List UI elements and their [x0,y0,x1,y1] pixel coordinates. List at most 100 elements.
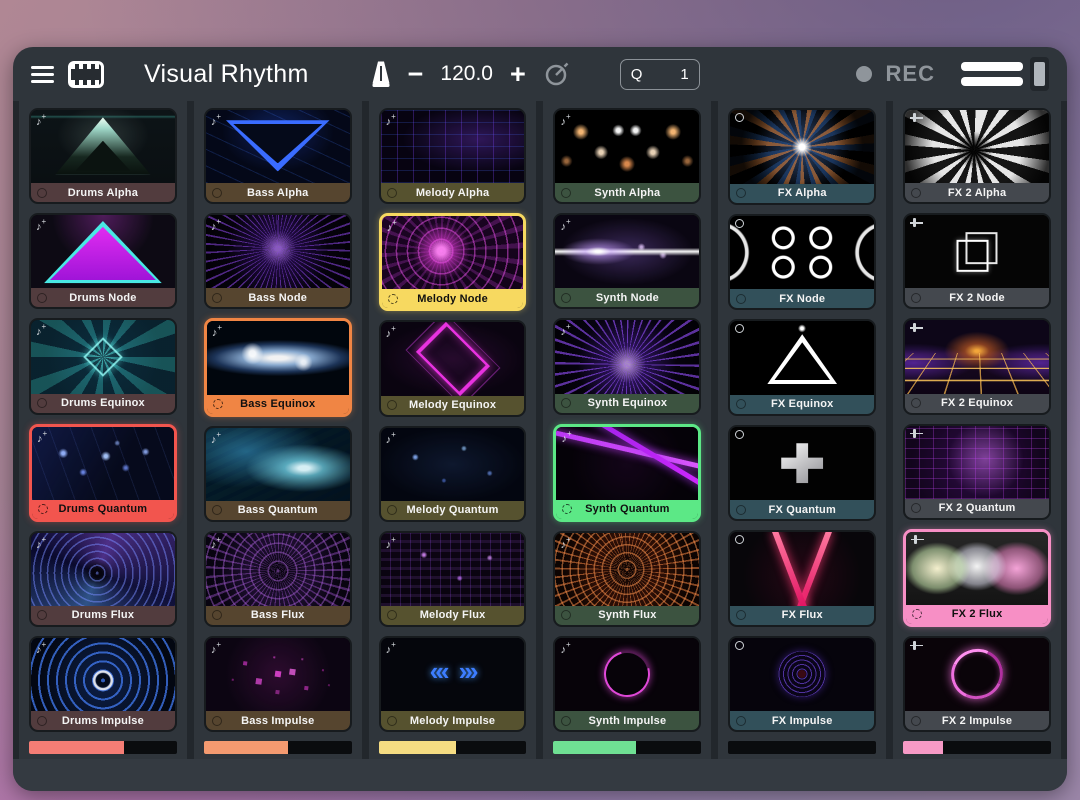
loop-indicator-icon[interactable] [212,188,222,198]
loop-indicator-icon[interactable] [561,610,571,620]
loop-indicator-icon[interactable] [736,610,746,620]
loop-indicator-icon[interactable] [561,716,571,726]
record-button[interactable]: REC [856,61,935,87]
clip-fx-2-equinox[interactable]: FX 2 Equinox [903,318,1051,414]
loop-indicator-icon[interactable] [37,293,47,303]
clip-thumbnail [206,428,350,501]
note-icon [386,641,396,657]
loop-indicator-icon[interactable] [911,398,921,408]
loop-indicator-icon[interactable] [736,294,746,304]
clip-bass-flux[interactable]: Bass Flux [204,531,352,627]
clip-melody-impulse[interactable]: Melody Impulse [379,636,527,732]
clip-label: Bass Flux [206,606,350,625]
loop-indicator-icon[interactable] [37,188,47,198]
column-melody: Melody AlphaMelody NodeMelody Equinox Mel… [369,101,537,759]
loop-indicator-icon[interactable] [387,505,397,515]
master-fader[interactable] [961,57,1049,91]
clip-fx-2-node[interactable]: FX 2 Node [903,213,1051,309]
clip-synth-equinox[interactable]: Synth Equinox [553,318,701,414]
quantize-box[interactable]: Q 1 [620,59,700,90]
metronome-icon[interactable] [371,60,391,88]
column-progress-fx-2 [903,741,1051,754]
clip-drums-alpha[interactable]: Drums Alpha [29,108,177,204]
clip-bass-quantum[interactable]: Bass Quantum [204,426,352,522]
loop-indicator-icon[interactable] [37,716,47,726]
clip-synth-impulse[interactable]: Synth Impulse [553,636,701,732]
clip-fx-quantum[interactable]: FX Quantum [728,425,876,522]
clip-bass-node[interactable]: Bass Node [204,213,352,309]
loop-indicator-icon[interactable] [561,188,571,198]
clip-synth-flux[interactable]: Synth Flux [553,531,701,627]
clip-bass-equinox[interactable]: Bass Equinox [204,318,352,416]
clip-fx-alpha[interactable]: FX Alpha [728,108,876,205]
loop-indicator-icon[interactable] [387,188,397,198]
loop-indicator-icon[interactable] [213,399,223,409]
clip-fx-2-flux[interactable]: FX 2 Flux [903,529,1051,627]
loop-indicator-icon[interactable] [736,505,746,515]
clip-thumbnail [730,321,874,395]
fader-knob-icon[interactable] [1030,57,1049,91]
loop-indicator-icon[interactable] [387,610,397,620]
clip-melody-alpha[interactable]: Melody Alpha [379,108,527,204]
clip-bass-impulse[interactable]: Bass Impulse [204,636,352,732]
loop-indicator-icon[interactable] [911,188,921,198]
clip-melody-quantum[interactable]: Melody Quantum [379,426,527,522]
clip-bass-alpha[interactable]: Bass Alpha [204,108,352,204]
loop-indicator-icon[interactable] [911,293,921,303]
record-icon [735,535,744,544]
clip-name: Drums Impulse [62,715,144,727]
clip-melody-equinox[interactable]: Melody Equinox [379,320,527,416]
clip-thumbnail [730,638,874,712]
menu-icon[interactable] [31,62,54,87]
clip-drums-flux[interactable]: Drums Flux [29,531,177,627]
clip-fx-2-alpha[interactable]: FX 2 Alpha [903,108,1051,204]
loop-indicator-icon[interactable] [736,188,746,198]
loop-indicator-icon[interactable] [212,505,222,515]
clip-label: Drums Impulse [31,711,175,730]
clip-melody-flux[interactable]: Melody Flux [379,531,527,627]
tempo-value[interactable]: 120.0 [440,62,493,86]
loop-indicator-icon[interactable] [388,294,398,304]
loop-indicator-icon[interactable] [912,609,922,619]
film-clip-icon[interactable] [68,61,104,88]
clip-label: FX Impulse [730,711,874,730]
clip-fx-2-impulse[interactable]: FX 2 Impulse [903,636,1051,732]
clip-drums-equinox[interactable]: Drums Equinox [29,318,177,414]
loop-indicator-icon[interactable] [212,716,222,726]
bottom-strip [13,759,1067,791]
clip-label: Synth Impulse [555,711,699,730]
clip-label: Drums Alpha [31,183,175,202]
loop-indicator-icon[interactable] [387,716,397,726]
tap-tempo-dial-icon[interactable] [543,61,570,88]
loop-indicator-icon[interactable] [736,399,746,409]
clip-synth-quantum[interactable]: Synth Quantum [553,424,701,522]
loop-indicator-icon[interactable] [911,716,921,726]
loop-indicator-icon[interactable] [212,610,222,620]
clip-drums-quantum[interactable]: Drums Quantum [29,424,177,522]
tempo-plus-button[interactable]: + [508,61,528,88]
clip-melody-node[interactable]: Melody Node [379,213,527,311]
loop-indicator-icon[interactable] [387,400,397,410]
loop-indicator-icon[interactable] [37,610,47,620]
loop-indicator-icon[interactable] [561,398,571,408]
clip-fx-2-quantum[interactable]: FX 2 Quantum [903,424,1051,520]
clip-thumbnail [555,110,699,183]
clip-drums-impulse[interactable]: Drums Impulse [29,636,177,732]
loop-indicator-icon[interactable] [38,504,48,514]
clip-drums-node[interactable]: Drums Node [29,213,177,309]
clip-fx-node[interactable]: FX Node [728,214,876,311]
loop-indicator-icon[interactable] [562,504,572,514]
loop-indicator-icon[interactable] [561,293,571,303]
loop-indicator-icon[interactable] [736,716,746,726]
tempo-minus-button[interactable]: − [406,61,426,88]
clip-fx-flux[interactable]: FX Flux [728,530,876,627]
clip-synth-alpha[interactable]: Synth Alpha [553,108,701,204]
clip-thumbnail [206,638,350,711]
clip-label: FX 2 Quantum [905,499,1049,518]
loop-indicator-icon[interactable] [37,398,47,408]
clip-synth-node[interactable]: Synth Node [553,213,701,309]
loop-indicator-icon[interactable] [212,293,222,303]
clip-fx-equinox[interactable]: FX Equinox [728,319,876,416]
loop-indicator-icon[interactable] [911,503,921,513]
clip-fx-impulse[interactable]: FX Impulse [728,636,876,733]
